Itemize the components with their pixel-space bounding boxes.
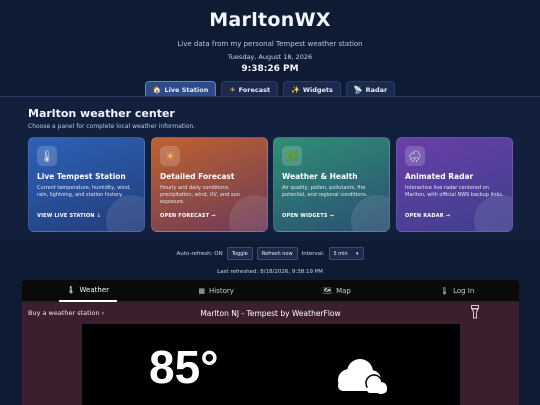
tempest-widget: 🌡 Weather ▦ History 🗺 Map 🌡 Log In Marlt… (22, 280, 519, 405)
tab-map[interactable]: 🗺 Map (315, 280, 359, 302)
login-icon: 🌡 (440, 286, 450, 295)
flashlight-icon[interactable] (471, 305, 479, 322)
thermometer-icon: 🌡 (66, 285, 76, 294)
interval-select[interactable]: 5 min ▾ (328, 247, 364, 260)
sparkle-icon: ✨ (291, 85, 300, 94)
auto-refresh-status: Auto-refresh: ON (176, 250, 223, 257)
tab-label: History (208, 286, 234, 295)
nav-label: Forecast (238, 85, 271, 94)
station-body: 85° (22, 324, 519, 405)
current-date: Tuesday, August 18, 2026 (227, 53, 313, 61)
refresh-now-button[interactable]: Refresh now (256, 247, 298, 260)
weather-center-section: Marlton weather center Choose a panel fo… (0, 97, 540, 241)
current-time: 9:38:26 PM (241, 64, 299, 74)
buy-weather-station-link[interactable]: Buy a weather station › (28, 309, 104, 317)
open-radar-link[interactable]: OPEN RADAR → (405, 213, 450, 219)
tab-label: Map (336, 286, 351, 295)
tab-label: Log In (453, 286, 475, 295)
interval-label: Interval: (301, 250, 325, 257)
current-conditions-panel: 85° (82, 324, 460, 405)
last-refreshed-text: Last refreshed: 8/18/2026, 9:38:19 PM (217, 269, 323, 275)
card-radar[interactable]: 🌧 Animated Radar Interactive live radar … (396, 137, 513, 232)
leaf-icon: 🌿 (282, 146, 302, 166)
calendar-icon: ▦ (198, 286, 205, 295)
refresh-controls: Auto-refresh: ON Toggle Refresh now Inte… (0, 245, 540, 262)
toggle-button[interactable]: Toggle (226, 247, 253, 260)
house-icon: 🏠 (152, 85, 162, 94)
site-subtitle: Live data from my personal Tempest weath… (177, 40, 363, 48)
card-forecast[interactable]: ☀ Detailed Forecast Hourly and daily con… (151, 137, 268, 232)
nav-label: Radar (365, 85, 388, 94)
card-decoration (106, 195, 144, 231)
map-icon: 🗺 (323, 286, 333, 295)
nav-label: Widgets (302, 85, 333, 94)
section-subtitle: Choose a panel for complete local weathe… (28, 123, 196, 130)
sun-icon: ☀ (160, 146, 180, 166)
card-title: Weather & Health (282, 172, 358, 181)
cloudy-icon (338, 359, 387, 394)
card-live-station[interactable]: 🌡 Live Tempest Station Current temperatu… (28, 137, 145, 232)
site-title: MarltonWX (209, 9, 331, 31)
card-title: Detailed Forecast (160, 172, 235, 181)
station-bar: Marlton NJ - Tempest by WeatherFlow Buy … (22, 302, 519, 324)
nav-label: Live Station (164, 85, 209, 94)
card-title: Animated Radar (405, 172, 474, 181)
tab-label: Weather (79, 285, 110, 294)
interval-value: 5 min (333, 250, 348, 257)
widget-tabs: 🌡 Weather ▦ History 🗺 Map 🌡 Log In (22, 280, 519, 302)
satellite-icon: 📡 (353, 85, 363, 94)
view-live-station-link[interactable]: VIEW LIVE STATION ↓ (37, 213, 101, 219)
header: MarltonWX Live data from my personal Tem… (0, 0, 540, 98)
thermometer-icon: 🌡 (37, 146, 57, 166)
card-title: Live Tempest Station (37, 172, 126, 181)
card-decoration (351, 195, 389, 231)
card-decoration (474, 195, 512, 231)
card-weather-health[interactable]: 🌿 Weather & Health Air quality, pollen, … (273, 137, 390, 232)
section-title: Marlton weather center (28, 107, 175, 120)
rain-cloud-icon: 🌧 (405, 146, 425, 166)
open-forecast-link[interactable]: OPEN FORECAST → (160, 213, 216, 219)
tab-weather[interactable]: 🌡 Weather (58, 280, 118, 302)
tab-login[interactable]: 🌡 Log In (432, 280, 482, 302)
tab-history[interactable]: ▦ History (190, 280, 242, 302)
open-widgets-link[interactable]: OPEN WIDGETS → (282, 213, 334, 219)
chevron-down-icon: ▾ (356, 250, 359, 257)
temperature-value: 85° (149, 341, 219, 393)
sun-icon: ☀ (229, 85, 236, 94)
